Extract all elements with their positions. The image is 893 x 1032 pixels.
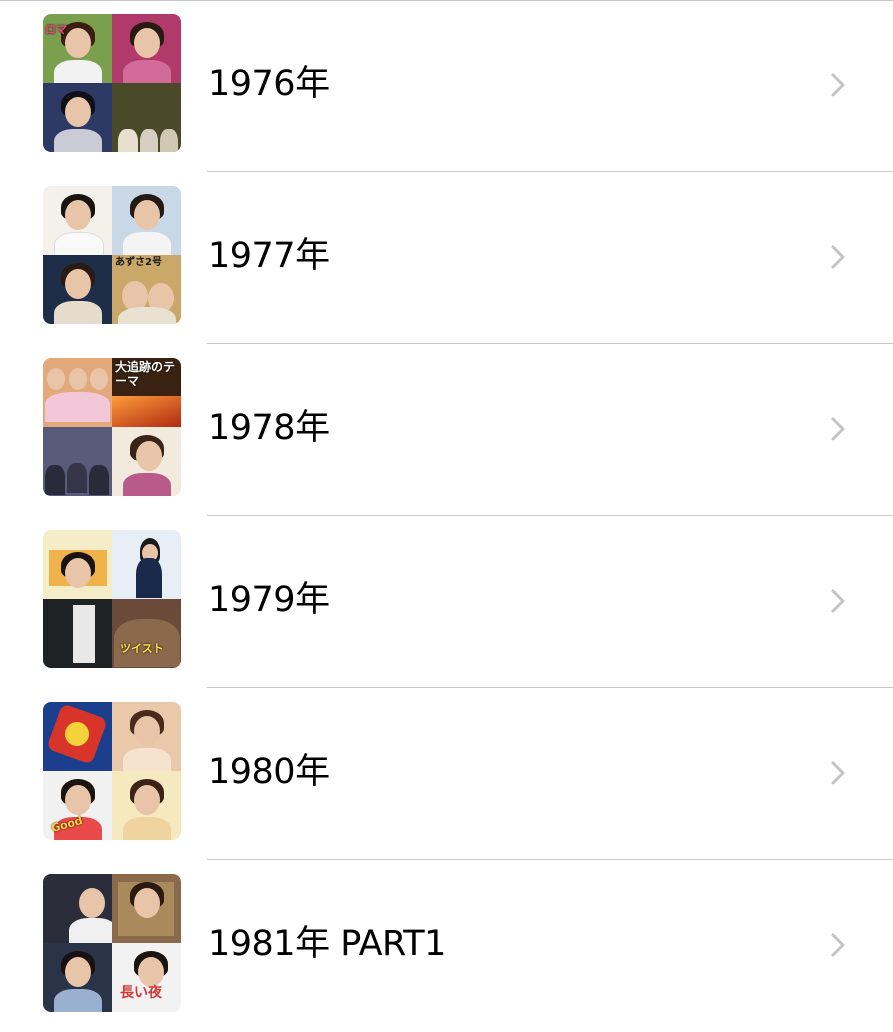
artwork-tile: あずさ2号 bbox=[112, 255, 181, 324]
artwork-tile: 長い夜 bbox=[112, 943, 181, 1012]
album-title: 1980年 bbox=[208, 752, 330, 792]
artwork-tile bbox=[43, 599, 112, 668]
list-item-1981-part1[interactable]: 長い夜 1981年 PART1 bbox=[0, 860, 893, 1032]
album-title: 1979年 bbox=[208, 580, 330, 620]
artwork-tile bbox=[112, 771, 181, 840]
artwork-tile bbox=[112, 83, 181, 152]
artwork-tile bbox=[112, 530, 181, 599]
artwork-text: 大追跡のテーマ bbox=[115, 360, 176, 388]
artwork-tile: ツイスト bbox=[112, 599, 181, 668]
chevron-right-icon bbox=[831, 245, 845, 269]
artwork-text: 長い夜 bbox=[120, 985, 162, 1001]
artwork-tile bbox=[43, 530, 112, 599]
album-title: 1977年 bbox=[208, 236, 330, 276]
artwork-text: あずさ2号 bbox=[115, 257, 162, 268]
artwork-tile: ロマ bbox=[43, 14, 112, 83]
album-title: 1978年 bbox=[208, 408, 330, 448]
artwork-tile bbox=[43, 358, 112, 427]
chevron-right-icon bbox=[831, 761, 845, 785]
chevron-right-icon bbox=[831, 589, 845, 613]
album-artwork: Good bbox=[43, 702, 181, 840]
artwork-tile bbox=[43, 83, 112, 152]
album-artwork: ツイスト bbox=[43, 530, 181, 668]
artwork-tile bbox=[112, 702, 181, 771]
artwork-tile bbox=[43, 702, 112, 771]
artwork-tile bbox=[43, 874, 112, 943]
artwork-tile bbox=[43, 186, 112, 255]
artwork-tile: Good bbox=[43, 771, 112, 840]
artwork-tile bbox=[43, 427, 112, 496]
album-artwork: ロマ bbox=[43, 14, 181, 152]
artwork-tile bbox=[112, 874, 181, 943]
chevron-right-icon bbox=[831, 933, 845, 957]
list-item-1977[interactable]: あずさ2号 1977年 bbox=[0, 172, 893, 344]
album-title: 1981年 PART1 bbox=[208, 924, 446, 964]
list-item-1978[interactable]: 大追跡のテーマ 1978年 bbox=[0, 344, 893, 516]
list-item-1980[interactable]: Good 1980年 bbox=[0, 688, 893, 860]
artwork-tile: 大追跡のテーマ bbox=[112, 358, 181, 427]
artwork-tile bbox=[112, 14, 181, 83]
artwork-tile bbox=[112, 427, 181, 496]
album-title: 1976年 bbox=[208, 64, 330, 104]
album-artwork: あずさ2号 bbox=[43, 186, 181, 324]
album-artwork: 長い夜 bbox=[43, 874, 181, 1012]
artwork-tile bbox=[43, 255, 112, 324]
chevron-right-icon bbox=[831, 417, 845, 441]
artwork-tile bbox=[112, 186, 181, 255]
list-item-1976[interactable]: ロマ 1976年 bbox=[0, 0, 893, 172]
artwork-tile bbox=[43, 943, 112, 1012]
album-artwork: 大追跡のテーマ bbox=[43, 358, 181, 496]
chevron-right-icon bbox=[831, 73, 845, 97]
list-item-1979[interactable]: ツイスト 1979年 bbox=[0, 516, 893, 688]
